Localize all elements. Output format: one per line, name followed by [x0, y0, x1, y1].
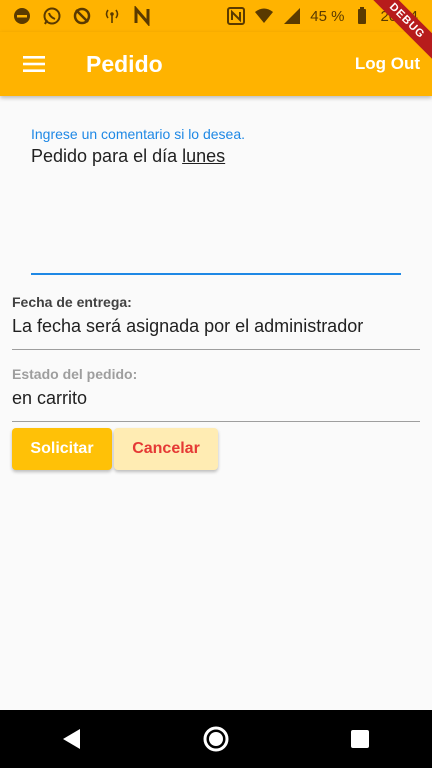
logout-button[interactable]: Log Out	[355, 54, 420, 74]
action-buttons: Solicitar Cancelar	[12, 428, 218, 470]
order-status-value: en carrito	[12, 388, 88, 408]
comment-underlined-word: lunes	[182, 146, 226, 166]
data-saver-icon	[72, 6, 92, 26]
comment-field[interactable]: Ingrese un comentario si lo desea. Pedid…	[31, 126, 401, 167]
battery-icon	[352, 6, 372, 26]
back-button[interactable]	[52, 719, 92, 759]
screen: 45 % 20:14 DEBUG Pedido Log Out Ingrese …	[0, 0, 432, 768]
divider	[12, 349, 420, 350]
hamburger-menu-icon	[23, 56, 45, 72]
comment-text: Pedido para el día	[31, 146, 183, 166]
delivery-date-label: Fecha de entrega:	[12, 294, 132, 310]
comment-input[interactable]: Pedido para el día lunes	[31, 146, 401, 167]
page-title: Pedido	[86, 50, 163, 77]
recents-icon	[351, 730, 369, 748]
delivery-date-value: La fecha será asignada por el administra…	[12, 316, 364, 336]
order-status-label: Estado del pedido:	[12, 366, 138, 382]
whatsapp-icon	[42, 6, 62, 26]
home-icon	[203, 726, 229, 752]
signal-icon	[282, 6, 302, 26]
menu-button[interactable]	[10, 40, 58, 88]
status-left	[0, 6, 152, 26]
delivery-date-block: Fecha de entrega: La fecha será asignada…	[12, 294, 420, 350]
wifi-icon	[254, 6, 274, 26]
battery-percent: 45 %	[310, 7, 345, 25]
divider	[12, 421, 420, 422]
nfc-icon	[226, 6, 246, 26]
minus-circle-icon	[12, 6, 32, 26]
solicitar-button[interactable]: Solicitar	[12, 428, 112, 470]
app-bar: Pedido Log Out	[0, 32, 432, 96]
home-button[interactable]	[196, 719, 236, 759]
system-nav-bar	[0, 710, 432, 768]
status-bar: 45 % 20:14	[0, 0, 432, 32]
comment-label: Ingrese un comentario si lo desea.	[31, 126, 246, 142]
hotspot-icon	[102, 6, 122, 26]
order-status-block: Estado del pedido: en carrito	[12, 366, 420, 422]
comment-focus-underline	[31, 273, 401, 275]
n-icon	[132, 6, 152, 26]
recents-button[interactable]	[340, 719, 380, 759]
back-icon	[63, 729, 80, 749]
cancelar-button[interactable]: Cancelar	[114, 428, 218, 470]
